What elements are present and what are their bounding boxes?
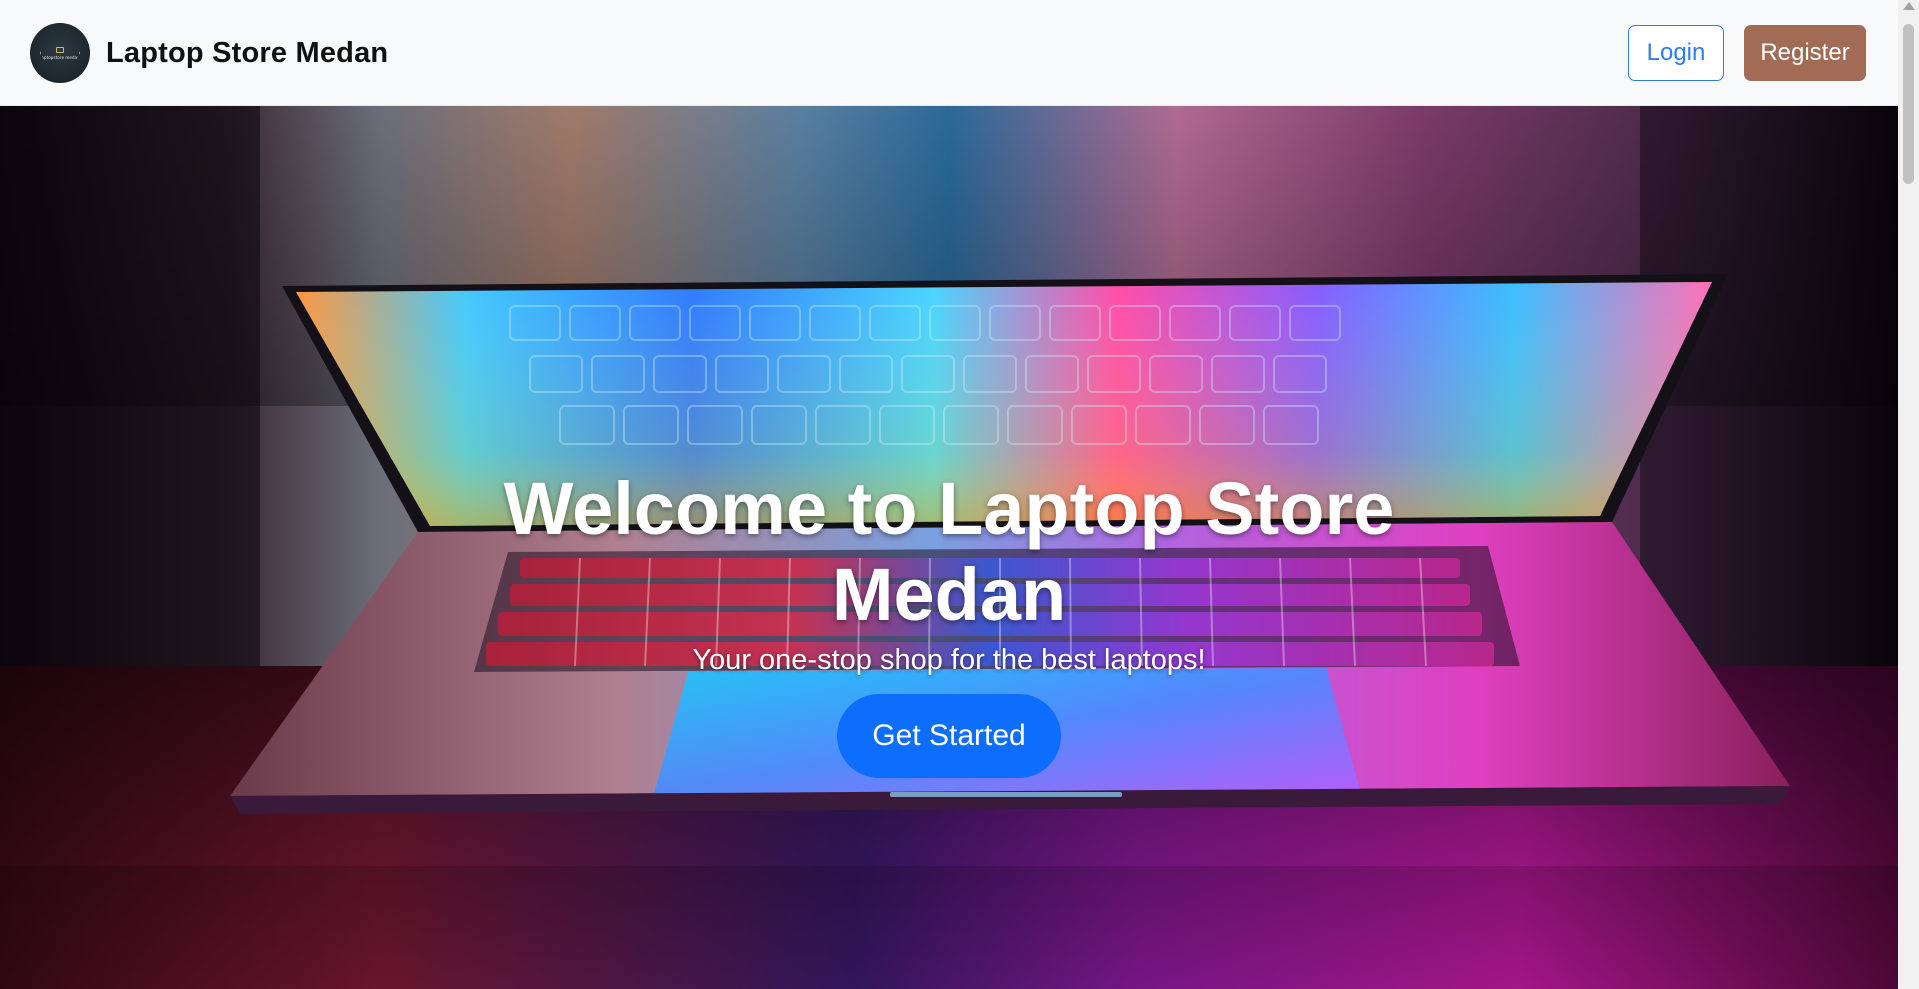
page: laptopstore medan Laptop Store Medan Log… [0, 0, 1919, 989]
brand-name: Laptop Store Medan [106, 36, 389, 69]
hero-section: Welcome to Laptop Store Medan Your one-s… [0, 106, 1898, 989]
get-started-button[interactable]: Get Started [837, 694, 1061, 778]
page-scrollbar[interactable] [1898, 0, 1919, 989]
laptop-icon [56, 46, 64, 53]
brand-link[interactable]: laptopstore medan Laptop Store Medan [30, 20, 388, 86]
hero-title: Welcome to Laptop Store Medan [503, 467, 1395, 636]
nav-actions: Login Register [1628, 25, 1866, 81]
logo-hexagon-icon: laptopstore medan [40, 35, 80, 71]
store-logo: laptopstore medan [30, 23, 90, 83]
chevron-up-icon[interactable] [1903, 2, 1915, 10]
scrollbar-thumb[interactable] [1903, 24, 1914, 184]
login-button[interactable]: Login [1628, 25, 1724, 81]
logo-text: laptopstore medan [40, 54, 80, 60]
navbar: laptopstore medan Laptop Store Medan Log… [0, 0, 1898, 106]
register-button[interactable]: Register [1744, 25, 1866, 81]
hero-subtitle: Your one-stop shop for the best laptops! [692, 644, 1206, 676]
hero-content: Welcome to Laptop Store Medan Your one-s… [0, 466, 1898, 778]
